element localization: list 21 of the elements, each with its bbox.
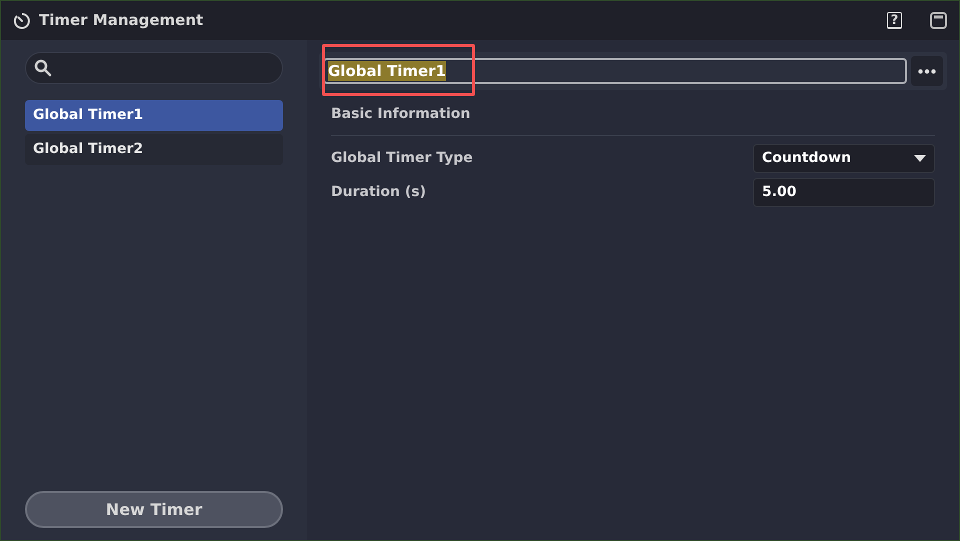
timer-icon — [13, 12, 31, 30]
dropdown-value: Countdown — [762, 149, 852, 168]
help-icon[interactable]: ? — [887, 12, 902, 29]
timer-type-dropdown[interactable]: Countdown — [753, 144, 935, 173]
duration-value: 5.00 — [762, 183, 797, 202]
caret-icon — [914, 155, 926, 162]
field-label: Duration (s) — [331, 183, 426, 202]
search-icon — [34, 59, 52, 77]
field-label: Global Timer Type — [331, 149, 473, 168]
duration-field[interactable]: 5.00 — [753, 178, 935, 207]
minimize-icon[interactable] — [930, 12, 947, 29]
more-icon — [918, 68, 936, 74]
more-button[interactable] — [911, 56, 943, 86]
new-timer-button[interactable]: New Timer — [25, 491, 283, 528]
search-field[interactable] — [25, 52, 283, 84]
timer-list-item[interactable]: Global Timer1 — [25, 100, 283, 131]
name-value: Global Timer1 — [328, 61, 446, 81]
timer-list-item[interactable]: Global Timer2 — [25, 134, 283, 165]
section-heading: Basic Information — [331, 90, 935, 136]
window-title: Timer Management — [39, 10, 204, 32]
name-field[interactable]: Global Timer1 — [323, 58, 907, 84]
